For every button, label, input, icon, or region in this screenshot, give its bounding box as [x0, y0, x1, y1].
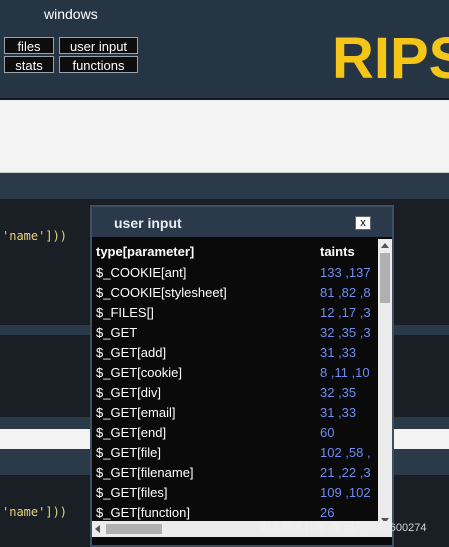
taint-lines[interactable]: 102 ,58 , — [320, 445, 371, 460]
param-name: $_GET[email] — [96, 405, 176, 420]
param-name: $_GET[function] — [96, 505, 190, 520]
param-name: $_COOKIE[ant] — [96, 265, 187, 280]
taint-lines[interactable]: 32 ,35 ,3 — [320, 325, 371, 340]
vertical-scroll-thumb[interactable] — [380, 253, 390, 303]
top-header: windows files user input stats functions… — [0, 0, 449, 100]
param-name: $_GET[files] — [96, 485, 168, 500]
list-item[interactable]: $_GET[div] 32 ,35 — [92, 383, 380, 403]
list-item[interactable]: $_FILES[] 12 ,17 ,3 — [92, 303, 380, 323]
column-header-taints: taints — [320, 244, 355, 259]
param-name: $_GET[end] — [96, 425, 167, 440]
param-name: $_GET[cookie] — [96, 365, 182, 380]
horizontal-scroll-thumb[interactable] — [106, 524, 162, 534]
user-input-window: user input x type[parameter] taints $_CO… — [90, 205, 394, 547]
list-item[interactable]: $_GET[email] 31 ,33 — [92, 403, 380, 423]
stats-button[interactable]: stats — [4, 56, 54, 73]
taint-lines[interactable]: 31 ,33 — [320, 405, 356, 420]
code-line: 'name'])) — [2, 229, 68, 243]
list-item[interactable]: $_GET[end] 60 — [92, 423, 380, 443]
taint-lines[interactable]: 81 ,82 ,8 — [320, 285, 371, 300]
rips-logo: RIPS — [332, 26, 449, 86]
param-name: $_GET[filename] — [96, 465, 194, 480]
scroll-left-arrow-icon[interactable] — [95, 525, 100, 533]
taint-lines[interactable]: 32 ,35 — [320, 385, 356, 400]
list-item[interactable]: $_GET[filename] 21 ,22 ,3 — [92, 463, 380, 483]
window-title: user input — [114, 215, 182, 231]
windows-label: windows — [44, 6, 98, 22]
list-item[interactable]: $_COOKIE[ant] 133 ,137 — [92, 263, 380, 283]
param-name: $_GET[file] — [96, 445, 162, 460]
section-strip — [0, 173, 449, 199]
param-name: $_COOKIE[stylesheet] — [96, 285, 227, 300]
list-item[interactable]: $_GET[cookie] 8 ,11 ,10 — [92, 363, 380, 383]
list-item[interactable]: $_GET[files] 109 ,102 — [92, 483, 380, 503]
taint-lines[interactable]: 26 — [320, 505, 334, 520]
rips-logo-text: RIPS — [332, 26, 449, 86]
watermark-text: 掘金技术社区 @ 用户9135600274 — [260, 522, 427, 534]
list-item[interactable]: $_GET[file] 102 ,58 , — [92, 443, 380, 463]
functions-button[interactable]: functions — [59, 56, 138, 73]
vertical-scrollbar[interactable] — [378, 239, 392, 527]
content-band — [0, 100, 449, 173]
files-button[interactable]: files — [4, 37, 54, 54]
taint-lines[interactable]: 133 ,137 — [320, 265, 371, 280]
taint-lines[interactable]: 60 — [320, 425, 334, 440]
taint-lines[interactable]: 12 ,17 ,3 — [320, 305, 371, 320]
list-item[interactable]: $_GET[add] 31 ,33 — [92, 343, 380, 363]
taint-lines[interactable]: 8 ,11 ,10 — [320, 365, 370, 380]
param-name: $_GET[div] — [96, 385, 162, 400]
code-line: 'name'])) — [2, 505, 68, 519]
taint-lines[interactable]: 21 ,22 ,3 — [320, 465, 371, 480]
column-header-param: type[parameter] — [96, 244, 195, 259]
taint-lines[interactable]: 109 ,102 — [320, 485, 371, 500]
user-input-button[interactable]: user input — [59, 37, 138, 54]
user-input-list: type[parameter] taints $_COOKIE[ant] 133… — [92, 239, 380, 527]
window-titlebar[interactable]: user input x — [92, 207, 392, 237]
param-name: $_GET[add] — [96, 345, 167, 360]
close-button[interactable]: x — [355, 216, 371, 230]
taint-lines[interactable]: 31 ,33 — [320, 345, 356, 360]
param-name: $_FILES[] — [96, 305, 154, 320]
param-name: $_GET — [96, 325, 138, 340]
scroll-up-arrow-icon[interactable] — [381, 243, 389, 248]
list-item[interactable]: $_GET 32 ,35 ,3 — [92, 323, 380, 343]
list-item[interactable]: $_COOKIE[stylesheet] 81 ,82 ,8 — [92, 283, 380, 303]
